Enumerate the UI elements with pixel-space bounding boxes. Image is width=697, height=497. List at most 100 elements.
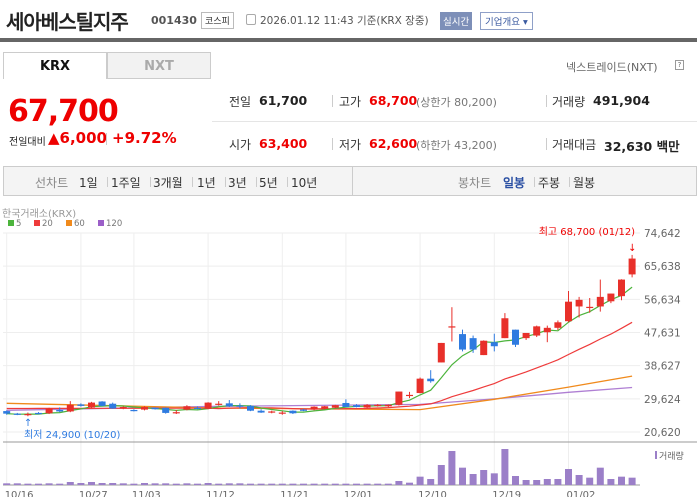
volume-bar <box>427 479 435 485</box>
volume-bar <box>543 479 551 485</box>
volume-bar <box>172 483 180 485</box>
volume-bar <box>257 483 265 485</box>
y-tick: 38,627 <box>644 361 681 373</box>
help-icon[interactable]: ? <box>675 60 684 70</box>
x-tick: 12/19 <box>492 490 521 497</box>
period-1[interactable]: 1주일 <box>111 174 141 191</box>
company-overview-dropdown[interactable]: 기업개요 ▾ <box>480 12 533 30</box>
period-0[interactable]: 1일 <box>79 174 98 191</box>
volume-bar <box>13 483 21 485</box>
divider <box>332 138 333 150</box>
nxt-label: 넥스트레이드(NXT) <box>566 61 658 74</box>
candle-body <box>300 409 307 411</box>
legend-swatch <box>98 220 104 226</box>
change-percent: +9.72% <box>112 129 177 147</box>
volume-bar <box>384 483 392 485</box>
volume-bar <box>469 474 477 485</box>
tab-nxt[interactable]: NXT <box>107 52 211 79</box>
volume-bar <box>575 475 583 485</box>
volume-bar <box>77 483 85 485</box>
candle-body <box>437 342 445 363</box>
candle-body <box>490 342 498 347</box>
candle-body <box>406 394 413 397</box>
legend-60: 60 <box>74 219 85 229</box>
volume-bar <box>45 483 53 485</box>
candle-body <box>469 338 477 350</box>
volume-bar <box>628 477 636 485</box>
period-3[interactable]: 1년 <box>197 174 216 191</box>
candle-body <box>151 407 159 410</box>
candle-body <box>501 318 509 339</box>
volume-bar <box>331 483 339 485</box>
divider <box>192 177 193 187</box>
volume-bar <box>533 480 541 485</box>
volume-value: 491,904 <box>593 93 650 108</box>
prev-label: 전일 <box>229 95 252 109</box>
open-label: 시가 <box>229 138 252 152</box>
volume-bar <box>98 483 106 485</box>
down-arrow-icon: ↓ <box>628 243 636 254</box>
volume-bar <box>342 483 350 485</box>
volume-bar <box>501 449 509 485</box>
open-value: 63,400 <box>259 136 308 151</box>
change-label: 전일대비 <box>9 137 46 148</box>
candle-body <box>459 334 466 350</box>
clock-icon <box>246 14 256 25</box>
volume-bar <box>162 483 170 485</box>
volume-bar <box>141 483 148 485</box>
volume-bar <box>88 482 95 485</box>
volume-bar <box>374 483 382 485</box>
volume-bar <box>183 483 191 485</box>
candle-body <box>607 293 615 302</box>
candle-chart-label: 봉차트 <box>458 176 492 190</box>
candle-body <box>575 299 583 307</box>
volume-bar <box>448 451 456 485</box>
x-tick: 10/27 <box>79 490 108 497</box>
realtime-button[interactable]: 실시간 <box>440 12 473 30</box>
candle-2[interactable]: 월봉 <box>573 174 595 191</box>
volume-bar <box>268 483 276 485</box>
x-tick: 11/21 <box>280 490 309 497</box>
candle-body <box>257 410 265 413</box>
candle-body <box>427 378 435 382</box>
low-value: 62,600 <box>369 136 418 151</box>
x-tick: 10/16 <box>5 490 34 497</box>
candle-body <box>141 407 148 410</box>
stock-chart[interactable]: 한국거래소(KRX)5 20 60 120 74,642 65,638 56,634 47,6… <box>0 200 697 497</box>
volume-bar <box>310 483 318 485</box>
candle-body <box>119 407 127 409</box>
tab-krx[interactable]: KRX <box>3 52 107 79</box>
candle-body <box>35 412 42 415</box>
x-tick: 12/01 <box>344 490 373 497</box>
candle-body <box>268 411 276 413</box>
candle-body <box>353 405 360 408</box>
high-label: 고가 <box>339 95 362 109</box>
volume-bar <box>607 479 615 485</box>
volume-bar <box>109 483 117 485</box>
volume-bar <box>490 473 498 485</box>
candle-1[interactable]: 주봉 <box>538 174 560 191</box>
candle-0[interactable]: 일봉 <box>503 174 525 191</box>
candle-body <box>162 407 170 413</box>
lower-limit: (하한가 43,200) <box>416 139 497 152</box>
candle-body <box>98 401 106 406</box>
candle-body <box>183 406 191 410</box>
amount-label: 거래대금 <box>552 138 597 152</box>
volume-bar <box>130 483 138 485</box>
candle-body <box>543 327 551 333</box>
period-6[interactable]: 10년 <box>291 174 317 191</box>
y-tick: 47,631 <box>644 328 681 340</box>
amount-value: 32,630 백만 <box>604 139 680 154</box>
stock-name: 세아베스틸지주 <box>6 10 129 34</box>
volume-bar <box>35 483 42 485</box>
period-5[interactable]: 5년 <box>259 174 278 191</box>
x-tick: 01/02 <box>567 490 596 497</box>
candle-body <box>204 402 212 409</box>
volume-bar <box>554 479 562 485</box>
candle-body <box>554 322 562 328</box>
period-4[interactable]: 3년 <box>228 174 247 191</box>
period-2[interactable]: 3개월 <box>153 174 183 191</box>
candle-body <box>66 404 74 412</box>
candle-body <box>236 405 244 407</box>
prev-value: 61,700 <box>259 93 308 108</box>
